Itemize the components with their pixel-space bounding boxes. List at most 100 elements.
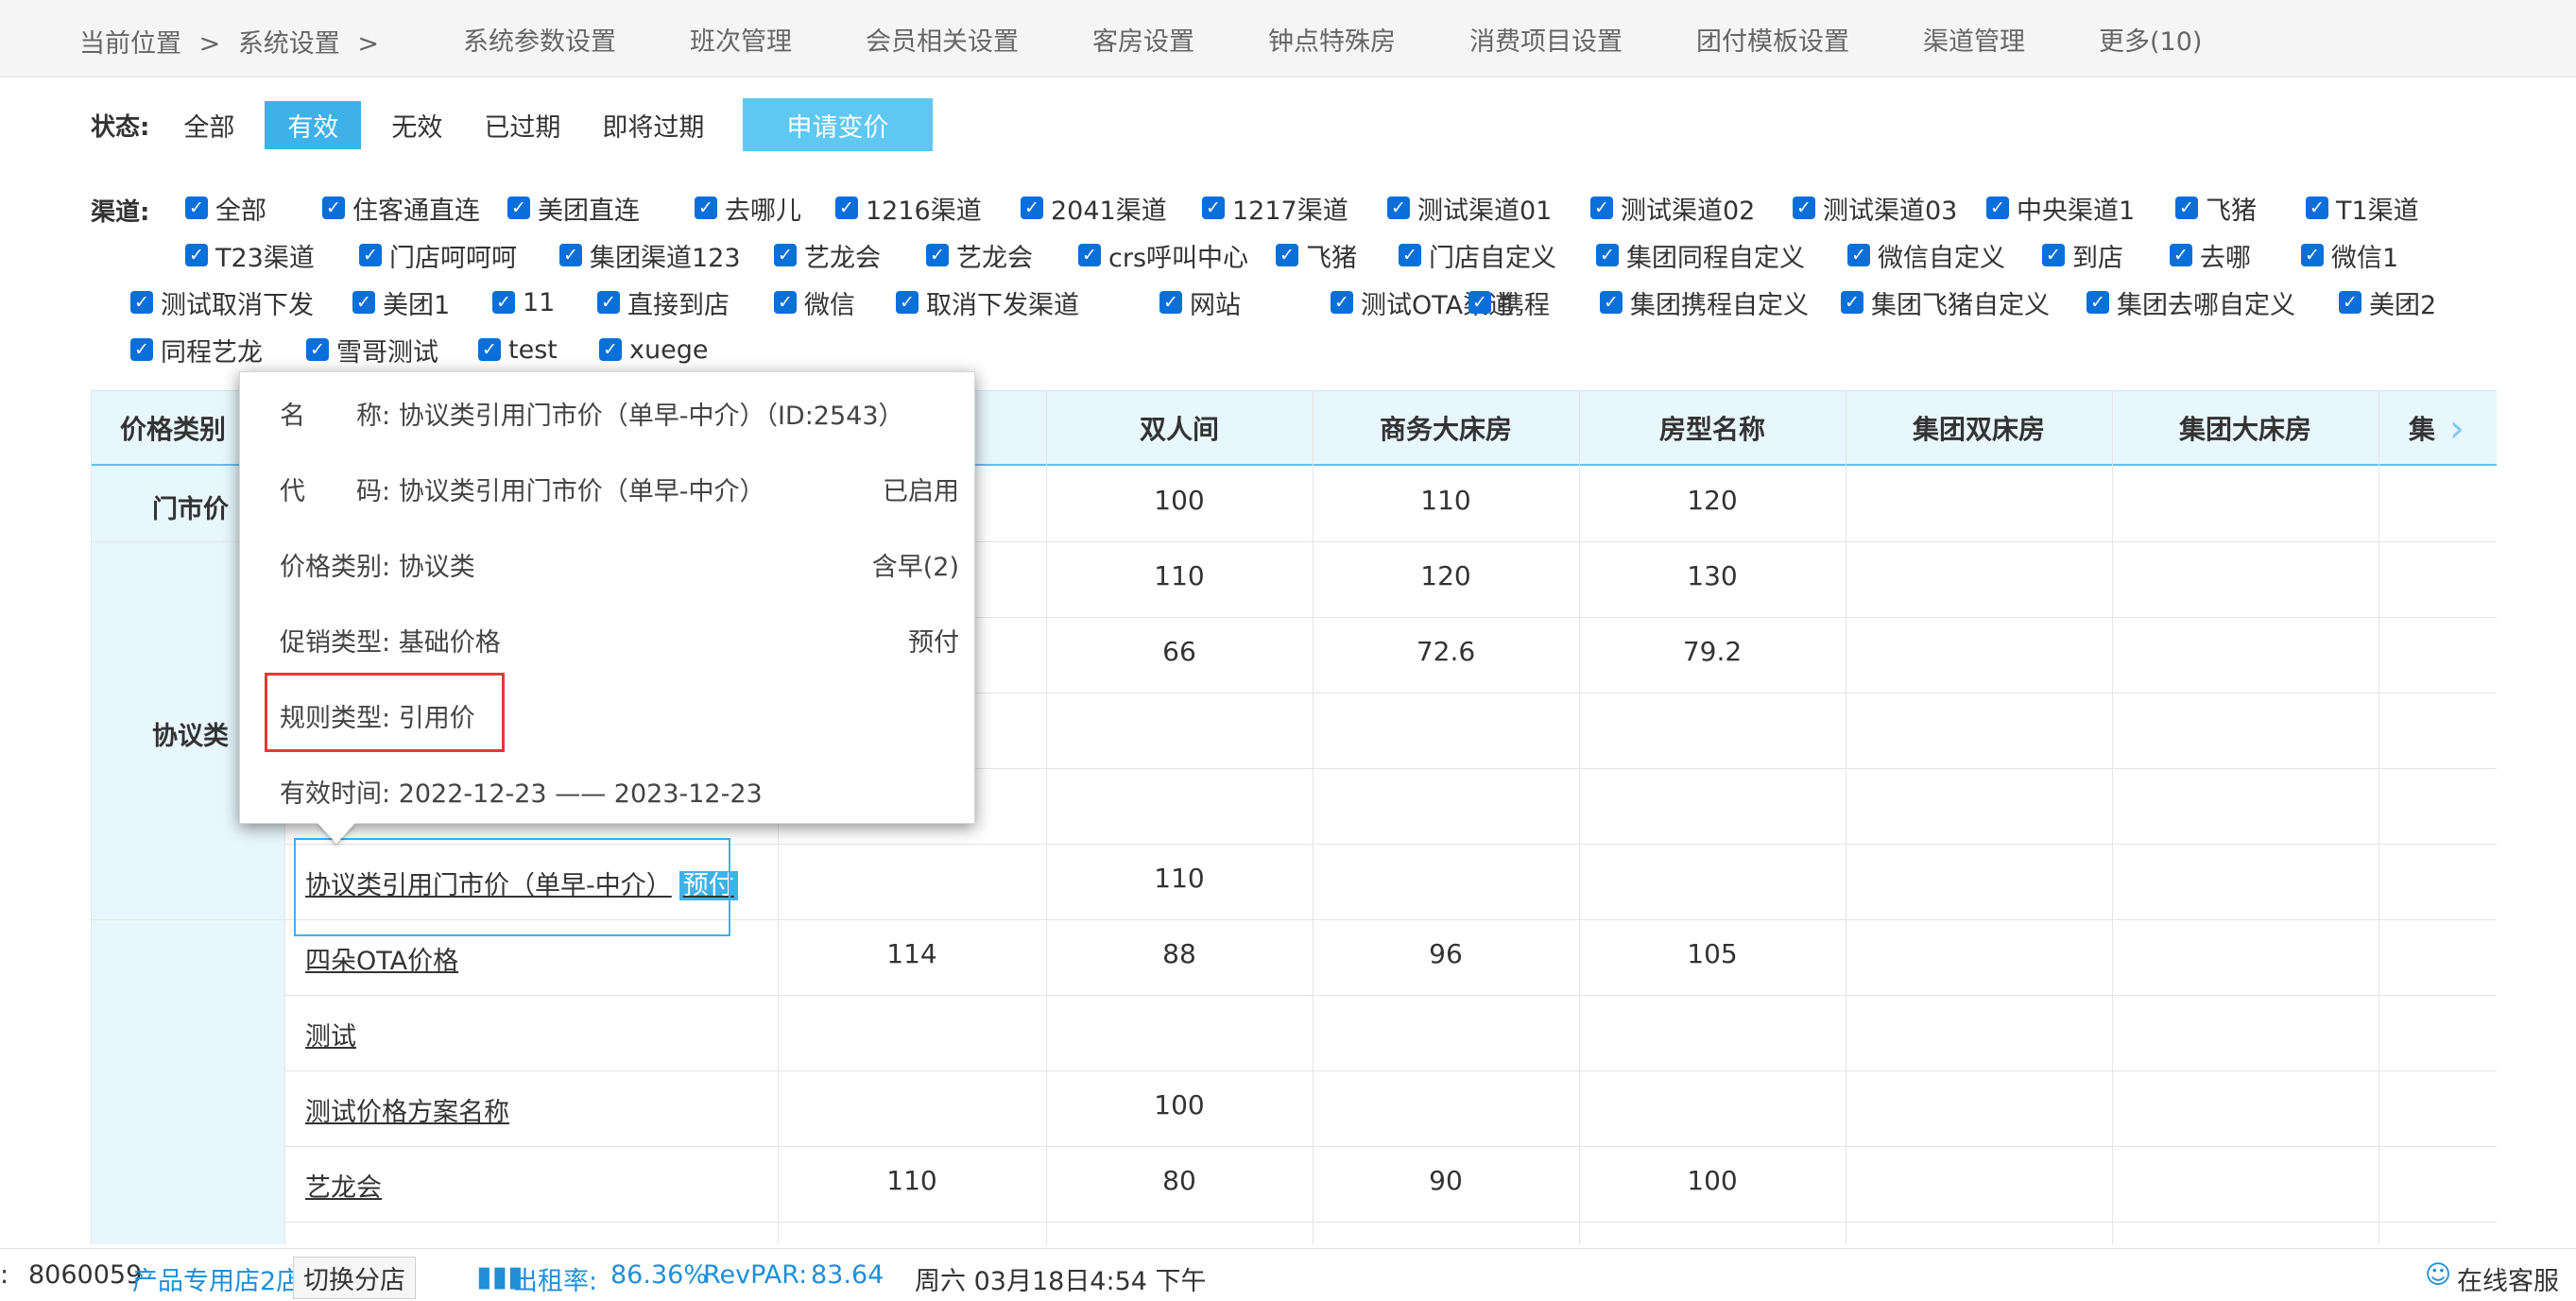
nav-room-settings[interactable]: 客房设置 — [1092, 21, 1194, 58]
checkbox-checked-icon[interactable]: ✓ — [185, 244, 208, 266]
channel-checkbox[interactable]: ✓ 携程 — [1468, 285, 1550, 320]
channel-checkbox[interactable]: ✓ 集团去哪自定义 — [2087, 285, 2295, 320]
checkbox-checked-icon[interactable]: ✓ — [2175, 197, 2198, 219]
nav-consume-items[interactable]: 消费项目设置 — [1469, 21, 1623, 58]
price-cell[interactable]: 80 — [1046, 1165, 1313, 1196]
channel-checkbox[interactable]: ✓ 直接到店 — [597, 285, 730, 320]
checkbox-checked-icon[interactable]: ✓ — [130, 291, 153, 314]
checkbox-checked-icon[interactable]: ✓ — [478, 338, 501, 361]
channel-checkbox[interactable]: ✓ 美团直连 — [507, 191, 640, 226]
price-cell[interactable]: 100 — [1046, 485, 1313, 516]
rate-plan-name-text[interactable]: 四朵OTA价格 — [305, 947, 458, 976]
switch-store-button[interactable]: 切换分店 — [293, 1257, 416, 1299]
checkbox-checked-icon[interactable]: ✓ — [492, 291, 515, 314]
price-cell[interactable]: 100 — [1579, 1165, 1846, 1196]
channel-checkbox[interactable]: ✓ 门店自定义 — [1399, 238, 1556, 273]
channel-checkbox[interactable]: ✓ 微信1 — [2301, 238, 2398, 273]
price-cell[interactable]: 114 — [778, 938, 1046, 969]
price-cell[interactable]: 96 — [1313, 938, 1579, 969]
checkbox-checked-icon[interactable]: ✓ — [1600, 291, 1623, 314]
channel-checkbox[interactable]: ✓ 集团携程自定义 — [1600, 285, 1809, 320]
price-cell[interactable]: 88 — [1046, 938, 1313, 969]
channel-checkbox[interactable]: ✓ 1217渠道 — [1202, 191, 1348, 226]
channel-checkbox[interactable]: ✓ 取消下发渠道 — [896, 285, 1079, 320]
channel-checkbox[interactable]: ✓ 测试渠道02 — [1590, 191, 1755, 226]
checkbox-checked-icon[interactable]: ✓ — [1793, 197, 1815, 219]
rate-plan-name-link[interactable]: 四朵OTA价格 — [305, 940, 458, 977]
rate-plan-name-text[interactable]: 测试 — [305, 1022, 356, 1052]
channel-checkbox[interactable]: ✓ 到店 — [2042, 238, 2123, 273]
channel-checkbox[interactable]: ✓ T23渠道 — [185, 238, 315, 273]
rate-plan-name-link[interactable]: 测试价格方案名称 — [305, 1091, 509, 1128]
checkbox-checked-icon[interactable]: ✓ — [130, 338, 153, 361]
channel-checkbox[interactable]: ✓ 全部 — [185, 191, 266, 226]
checkbox-checked-icon[interactable]: ✓ — [1276, 244, 1298, 266]
checkbox-checked-icon[interactable]: ✓ — [1847, 244, 1870, 266]
channel-checkbox[interactable]: ✓ 集团飞猪自定义 — [1841, 285, 2050, 320]
checkbox-checked-icon[interactable]: ✓ — [1202, 197, 1225, 219]
price-cell[interactable]: 120 — [1313, 560, 1579, 591]
rate-plan-name-link[interactable]: 艺龙会 — [305, 1167, 382, 1204]
checkbox-checked-icon[interactable]: ✓ — [1387, 197, 1410, 219]
checkbox-checked-icon[interactable]: ✓ — [1986, 197, 2009, 219]
price-cell[interactable]: 66 — [1046, 636, 1313, 667]
status-expired[interactable]: 已过期 — [472, 101, 572, 149]
nav-channel-mgmt[interactable]: 渠道管理 — [1923, 21, 2025, 58]
status-expiring[interactable]: 即将过期 — [591, 101, 715, 149]
checkbox-checked-icon[interactable]: ✓ — [774, 244, 797, 266]
checkbox-checked-icon[interactable]: ✓ — [2087, 291, 2109, 314]
channel-checkbox[interactable]: ✓ 微信自定义 — [1847, 238, 2005, 273]
checkbox-checked-icon[interactable]: ✓ — [1399, 244, 1421, 266]
channel-checkbox[interactable]: ✓ 同程艺龙 — [130, 333, 263, 368]
price-cell[interactable]: 90 — [1313, 1165, 1579, 1196]
checkbox-checked-icon[interactable]: ✓ — [559, 244, 582, 266]
checkbox-checked-icon[interactable]: ✓ — [2306, 197, 2328, 219]
checkbox-checked-icon[interactable]: ✓ — [1590, 197, 1613, 219]
checkbox-checked-icon[interactable]: ✓ — [2042, 244, 2065, 266]
channel-checkbox[interactable]: ✓ 测试取消下发 — [130, 285, 314, 320]
checkbox-checked-icon[interactable]: ✓ — [695, 197, 717, 219]
channel-checkbox[interactable]: ✓ T1渠道 — [2306, 191, 2419, 226]
checkbox-checked-icon[interactable]: ✓ — [1841, 291, 1863, 314]
channel-checkbox[interactable]: ✓ xuege — [599, 333, 708, 367]
price-cell[interactable]: 72.6 — [1313, 636, 1579, 667]
status-valid[interactable]: 有效 — [265, 100, 362, 149]
checkbox-checked-icon[interactable]: ✓ — [2170, 244, 2192, 266]
nav-member-settings[interactable]: 会员相关设置 — [866, 21, 1019, 58]
channel-checkbox[interactable]: ✓ 11 — [492, 285, 555, 319]
channel-checkbox[interactable]: ✓ 飞猪 — [1276, 238, 1357, 273]
channel-checkbox[interactable]: ✓ 测试渠道01 — [1387, 191, 1552, 226]
checkbox-checked-icon[interactable]: ✓ — [926, 244, 949, 266]
scroll-right-icon[interactable]: › — [2449, 407, 2491, 451]
channel-checkbox[interactable]: ✓ 测试渠道03 — [1793, 191, 1957, 226]
checkbox-checked-icon[interactable]: ✓ — [1021, 197, 1043, 219]
channel-checkbox[interactable]: ✓ 去哪儿 — [695, 191, 801, 226]
rate-plan-name-text[interactable]: 测试价格方案名称 — [305, 1098, 509, 1127]
channel-checkbox[interactable]: ✓ crs呼叫中心 — [1078, 238, 1248, 273]
channel-checkbox[interactable]: ✓ 集团同程自定义 — [1596, 238, 1805, 273]
nav-system-params[interactable]: 系统参数设置 — [463, 21, 616, 58]
channel-checkbox[interactable]: ✓ 中央渠道1 — [1986, 191, 2135, 226]
checkbox-checked-icon[interactable]: ✓ — [352, 291, 375, 314]
checkbox-checked-icon[interactable]: ✓ — [1331, 291, 1353, 314]
checkbox-checked-icon[interactable]: ✓ — [835, 197, 858, 219]
rate-plan-name-link[interactable]: 测试 — [305, 1016, 356, 1053]
channel-checkbox[interactable]: ✓ 去哪 — [2170, 238, 2251, 273]
price-cell[interactable]: 110 — [778, 1165, 1046, 1196]
channel-checkbox[interactable]: ✓ 网站 — [1159, 285, 1241, 320]
checkbox-checked-icon[interactable]: ✓ — [1078, 244, 1101, 266]
checkbox-checked-icon[interactable]: ✓ — [774, 291, 797, 314]
checkbox-checked-icon[interactable]: ✓ — [597, 291, 620, 314]
channel-checkbox[interactable]: ✓ 2041渠道 — [1021, 191, 1167, 226]
customer-service-icon[interactable]: ☺ — [2425, 1260, 2451, 1290]
apply-price-change-button[interactable]: 申请变价 — [743, 98, 933, 151]
price-cell[interactable]: 110 — [1313, 485, 1579, 516]
checkbox-checked-icon[interactable]: ✓ — [507, 197, 530, 219]
checkbox-checked-icon[interactable]: ✓ — [896, 291, 919, 314]
nav-more[interactable]: 更多(10) — [2099, 21, 2202, 58]
channel-checkbox[interactable]: ✓ 住客通直连 — [322, 191, 480, 226]
channel-checkbox[interactable]: ✓ 雪哥测试 — [306, 333, 438, 368]
price-cell[interactable]: 110 — [1046, 863, 1313, 894]
nav-hourly-rooms[interactable]: 钟点特殊房 — [1268, 21, 1396, 58]
checkbox-checked-icon[interactable]: ✓ — [359, 244, 382, 266]
